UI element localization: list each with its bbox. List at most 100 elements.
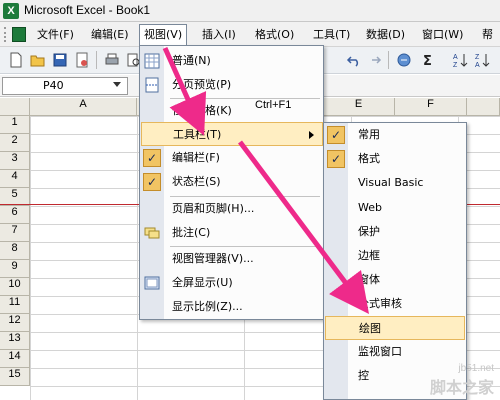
- menu-item-label: 工具栏(T): [173, 128, 222, 141]
- menu-item-label: 格式: [358, 152, 380, 165]
- svg-text:Z: Z: [475, 54, 480, 61]
- select-all-corner[interactable]: [0, 98, 30, 116]
- row-header-1[interactable]: 1: [0, 116, 30, 134]
- toolbars-item-web[interactable]: Web: [324, 196, 466, 220]
- view-menu-item-custom-views[interactable]: 视图管理器(V)...: [140, 247, 323, 271]
- row-header-3[interactable]: 3: [0, 152, 30, 170]
- svg-text:Σ: Σ: [423, 54, 432, 68]
- view-menu-item-header-footer[interactable]: 页眉和页脚(H)...: [140, 197, 323, 221]
- row-header-2[interactable]: 2: [0, 134, 30, 152]
- column-header-g[interactable]: [467, 98, 500, 116]
- menu-item-label: Visual Basic: [358, 176, 424, 189]
- menu-item-label: 状态栏(S): [172, 175, 221, 188]
- undo-icon[interactable]: [346, 52, 362, 68]
- view-menu-item-page-break-preview[interactable]: 分页预览(P): [140, 73, 323, 97]
- menu-item-label: 公式审核: [358, 297, 402, 310]
- menu-item-label: 常用: [358, 128, 380, 141]
- view-menu-item-status-bar[interactable]: ✓ 状态栏(S): [140, 170, 323, 194]
- watermark: jb51.net 脚本之家: [430, 363, 494, 398]
- window-title: Microsoft Excel - Book1: [24, 3, 151, 17]
- menu-item-label: 全屏显示(U): [172, 276, 233, 289]
- row-header-8[interactable]: 8: [0, 242, 30, 260]
- watermark-url: jb51.net: [458, 363, 494, 374]
- open-folder-icon[interactable]: [30, 52, 46, 68]
- title-bar: X Microsoft Excel - Book1: [0, 0, 500, 22]
- column-header-a[interactable]: A: [30, 98, 137, 116]
- workbook-icon[interactable]: [12, 27, 26, 42]
- row-header-10[interactable]: 10: [0, 278, 30, 296]
- sort-ascending-icon[interactable]: AZ: [452, 52, 468, 68]
- menu-item-label: 普通(N): [172, 54, 211, 67]
- excel-app-icon: X: [3, 3, 19, 19]
- toolbars-item-borders[interactable]: 边框: [324, 244, 466, 268]
- row-header-14[interactable]: 14: [0, 350, 30, 368]
- toolbars-item-visual-basic[interactable]: Visual Basic: [324, 171, 466, 195]
- menu-item-label: 窗体: [358, 273, 380, 286]
- toolbars-submenu: ✓ 常用 ✓ 格式 Visual Basic Web 保护 边框 窗体 公式审核…: [323, 122, 467, 400]
- menu-format[interactable]: 格式(O): [251, 24, 298, 45]
- normal-view-icon: [144, 53, 160, 69]
- menu-tools[interactable]: 工具(T): [309, 24, 354, 45]
- view-menu-item-comments[interactable]: 批注(C): [140, 221, 323, 245]
- permission-icon[interactable]: [74, 52, 90, 68]
- row-header-13[interactable]: 13: [0, 332, 30, 350]
- row-header-4[interactable]: 4: [0, 170, 30, 188]
- view-menu-item-zoom[interactable]: 显示比例(Z)...: [140, 295, 323, 319]
- toolbars-item-protection[interactable]: 保护: [324, 220, 466, 244]
- toolbars-item-drawing[interactable]: 绘图: [325, 316, 465, 340]
- column-header-e[interactable]: E: [323, 98, 395, 116]
- view-menu-item-formula-bar[interactable]: ✓ 编辑栏(F): [140, 146, 323, 170]
- name-box[interactable]: P40: [2, 77, 128, 95]
- column-header-f[interactable]: F: [395, 98, 467, 116]
- checkmark-icon: ✓: [143, 149, 161, 167]
- row-header-12[interactable]: 12: [0, 314, 30, 332]
- menu-view[interactable]: 视图(V): [139, 24, 188, 45]
- menu-item-label: 批注(C): [172, 226, 211, 239]
- autosum-icon[interactable]: Σ: [420, 52, 436, 68]
- row-header-9[interactable]: 9: [0, 260, 30, 278]
- comments-icon: [144, 227, 160, 239]
- sort-descending-icon[interactable]: ZA: [474, 52, 490, 68]
- watermark-text: 脚本之家: [429, 378, 494, 397]
- toolbars-item-standard[interactable]: ✓ 常用: [324, 123, 466, 147]
- menu-insert[interactable]: 插入(I): [198, 24, 240, 45]
- toolbars-item-formatting[interactable]: ✓ 格式: [324, 147, 466, 171]
- menu-data[interactable]: 数据(D): [362, 24, 409, 45]
- view-menu-item-normal[interactable]: 普通(N): [140, 49, 323, 73]
- print-icon[interactable]: [104, 52, 120, 68]
- menu-window[interactable]: 窗口(W): [418, 24, 467, 45]
- toolbar-separator: [388, 51, 389, 69]
- menu-item-label: 视图管理器(V)...: [172, 252, 254, 265]
- view-menu-item-task-pane[interactable]: 任务窗格(K) Ctrl+F1: [140, 99, 323, 123]
- save-icon[interactable]: [52, 52, 68, 68]
- menu-item-label: 页眉和页脚(H)...: [172, 202, 255, 215]
- checkmark-icon: ✓: [327, 126, 345, 144]
- view-menu-dropdown: 普通(N) 分页预览(P) 任务窗格(K) Ctrl+F1 工具栏(T) ✓ 编…: [139, 45, 324, 320]
- name-box-dropdown-icon[interactable]: [113, 82, 121, 87]
- toolbars-item-formula-auditing[interactable]: 公式审核: [324, 292, 466, 316]
- svg-text:Z: Z: [453, 62, 458, 68]
- menu-item-shortcut: Ctrl+F1: [255, 99, 292, 111]
- menu-file[interactable]: 文件(F): [33, 24, 78, 45]
- view-menu-item-toolbars[interactable]: 工具栏(T): [141, 122, 323, 146]
- row-header-11[interactable]: 11: [0, 296, 30, 314]
- menubar-grip-icon[interactable]: [4, 27, 7, 42]
- checkmark-icon: ✓: [143, 173, 161, 191]
- view-menu-item-full-screen[interactable]: 全屏显示(U): [140, 271, 323, 295]
- menu-item-label: 边框: [358, 249, 380, 262]
- toolbars-item-forms[interactable]: 窗体: [324, 268, 466, 292]
- menu-item-label: 编辑栏(F): [172, 151, 220, 164]
- row-header-15[interactable]: 15: [0, 368, 30, 386]
- row-header-7[interactable]: 7: [0, 224, 30, 242]
- menu-item-label: 监视窗口: [358, 345, 402, 358]
- svg-text:A: A: [453, 54, 458, 61]
- hyperlink-icon[interactable]: [396, 52, 412, 68]
- new-document-icon[interactable]: [8, 52, 24, 68]
- full-screen-icon: [144, 276, 160, 290]
- page-break-preview-icon: [145, 77, 159, 93]
- toolbars-item-watch-window[interactable]: 监视窗口: [324, 340, 466, 364]
- redo-icon[interactable]: [366, 52, 382, 68]
- menu-help[interactable]: 帮: [478, 24, 497, 45]
- menu-edit[interactable]: 编辑(E): [87, 24, 133, 45]
- row-header-6[interactable]: 6: [0, 206, 30, 224]
